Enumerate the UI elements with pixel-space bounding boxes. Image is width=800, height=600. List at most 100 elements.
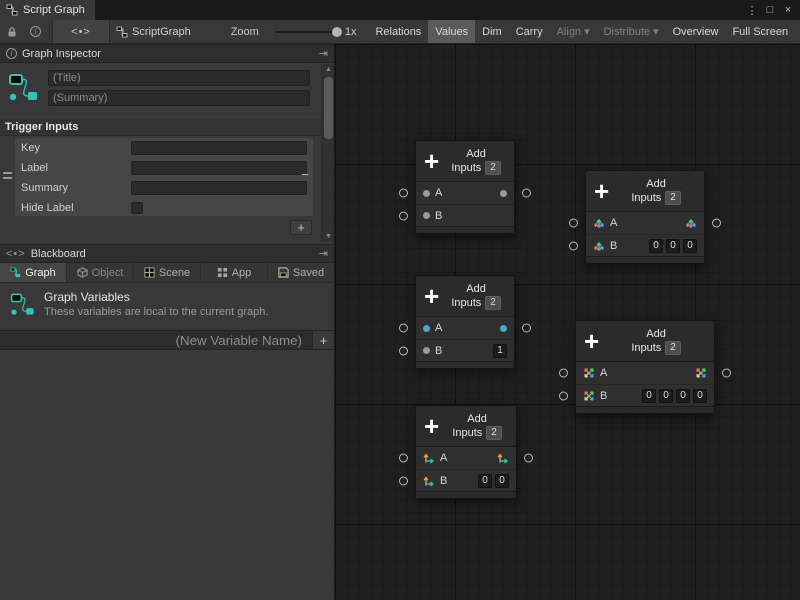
input-port[interactable] xyxy=(399,476,408,485)
input-port[interactable] xyxy=(399,189,408,198)
add-variable-button[interactable]: + xyxy=(312,331,334,349)
output-port[interactable] xyxy=(522,189,531,198)
output-port[interactable] xyxy=(722,369,731,378)
input-count-badge[interactable]: 2 xyxy=(485,161,501,175)
port-label: A xyxy=(610,217,617,229)
input-port[interactable] xyxy=(399,324,408,333)
hide-label-label: Hide Label xyxy=(21,202,131,214)
port-label: A xyxy=(440,452,447,464)
value-field[interactable]: 0 xyxy=(693,389,707,403)
port-label: B xyxy=(435,345,442,357)
value-field[interactable]: 0 xyxy=(478,474,492,488)
value-field[interactable]: 0 xyxy=(642,389,656,403)
value-field[interactable]: 0 xyxy=(659,389,673,403)
port-row-b: B 0 0 0 0 xyxy=(576,384,714,406)
scroll-down-icon[interactable]: ▼ xyxy=(322,231,335,242)
cube-icon xyxy=(77,267,88,278)
maximize-icon[interactable]: □ xyxy=(762,2,778,18)
graph-summary-input[interactable] xyxy=(48,90,310,106)
tab-object[interactable]: Object xyxy=(67,263,134,282)
inspector-scrollbar[interactable]: ▲ ▼ xyxy=(321,64,334,242)
node-add-inputs[interactable]: + Add Inputs 2 A xyxy=(415,275,515,369)
distribute-dropdown[interactable]: Distribute ▾ xyxy=(597,20,666,43)
input-count-badge[interactable]: 2 xyxy=(486,426,502,440)
key-input[interactable] xyxy=(131,141,307,155)
tab-scene[interactable]: Scene xyxy=(134,263,201,282)
lock-icon[interactable] xyxy=(0,20,24,43)
graph-title-input[interactable] xyxy=(48,70,310,86)
graph-variables-icon xyxy=(10,290,36,318)
port-row-a: A xyxy=(586,212,704,234)
value-field[interactable]: 0 xyxy=(495,474,509,488)
input-port[interactable] xyxy=(399,211,408,220)
vector4-icon xyxy=(583,390,595,402)
trigger-inputs-header[interactable]: Trigger Inputs xyxy=(0,118,334,136)
input-port[interactable] xyxy=(569,219,578,228)
scroll-up-icon[interactable]: ▲ xyxy=(322,64,335,75)
object-dot-icon xyxy=(423,212,430,219)
chevron-down-icon: ▾ xyxy=(653,25,659,38)
drag-handle-icon[interactable] xyxy=(3,172,12,179)
value-field[interactable]: 0 xyxy=(683,239,697,253)
port-row-a: A xyxy=(416,317,514,339)
trigger-input-element[interactable]: Key Label Summary Hide Label xyxy=(14,137,314,217)
input-port[interactable] xyxy=(399,346,408,355)
vector2-icon xyxy=(423,452,435,464)
tab-app[interactable]: App xyxy=(201,263,268,282)
tab-script-graph[interactable]: Script Graph xyxy=(0,0,95,20)
dock-icon[interactable]: ⇥ xyxy=(319,247,328,260)
node-add-inputs[interactable]: + Add Inputs 2 A xyxy=(415,405,517,499)
new-variable-input[interactable] xyxy=(0,331,310,349)
node-title: Add xyxy=(446,147,506,161)
tab-graph[interactable]: Graph xyxy=(0,263,67,282)
output-port[interactable] xyxy=(524,454,533,463)
divider xyxy=(49,23,50,40)
hide-label-row: Hide Label xyxy=(15,198,313,218)
output-port[interactable] xyxy=(522,324,531,333)
node-add-inputs[interactable]: + Add Inputs 2 A xyxy=(415,140,515,234)
graph-name: ScriptGraph xyxy=(132,26,191,38)
input-port[interactable] xyxy=(559,391,568,400)
dim-button[interactable]: Dim xyxy=(475,20,509,43)
align-dropdown[interactable]: Align ▾ xyxy=(550,20,597,43)
input-port[interactable] xyxy=(569,241,578,250)
graph-canvas[interactable]: + Add Inputs 2 A xyxy=(335,44,800,600)
scrollbar-thumb[interactable] xyxy=(324,77,333,139)
input-count-badge[interactable]: 2 xyxy=(665,191,681,205)
input-port[interactable] xyxy=(559,369,568,378)
value-field[interactable]: 1 xyxy=(493,344,507,358)
label-input[interactable] xyxy=(131,161,307,175)
output-port[interactable] xyxy=(712,219,721,228)
zoom-slider-handle[interactable] xyxy=(332,27,342,37)
relations-button[interactable]: Relations xyxy=(368,20,428,43)
value-field[interactable]: 0 xyxy=(676,389,690,403)
summary-input[interactable] xyxy=(131,181,307,195)
add-icon: + xyxy=(594,180,609,202)
node-add-inputs[interactable]: + Add Inputs 2 xyxy=(575,320,715,414)
values-button[interactable]: Values xyxy=(428,20,475,43)
unit-selector-button[interactable]: <•> xyxy=(52,20,110,43)
graph-toolbar: i <•> ScriptGraph Zoom 1x Relations Valu… xyxy=(0,20,800,44)
remove-element-button[interactable]: − xyxy=(298,166,312,182)
info-icon[interactable]: i xyxy=(24,20,47,43)
window-menu-icon[interactable]: ⋮ xyxy=(744,2,760,18)
zoom-slider[interactable]: 1x xyxy=(265,20,363,43)
input-count-badge[interactable]: 2 xyxy=(485,296,501,310)
value-field[interactable]: 0 xyxy=(649,239,663,253)
port-label: B xyxy=(600,390,607,402)
input-count-badge[interactable]: 2 xyxy=(665,341,681,355)
input-port[interactable] xyxy=(399,454,408,463)
dock-icon[interactable]: ⇥ xyxy=(319,47,328,60)
node-add-inputs[interactable]: + Add Inputs 2 A xyxy=(585,170,705,264)
close-icon[interactable]: × xyxy=(780,2,796,18)
value-field[interactable]: 0 xyxy=(666,239,680,253)
add-element-button[interactable]: + xyxy=(290,220,312,235)
graph-breadcrumb[interactable]: ScriptGraph xyxy=(110,20,197,43)
overview-button[interactable]: Overview xyxy=(666,20,726,43)
titlebar: Script Graph ⋮ □ × xyxy=(0,0,800,20)
fullscreen-button[interactable]: Full Screen xyxy=(725,20,795,43)
hide-label-checkbox[interactable] xyxy=(131,202,143,214)
carry-button[interactable]: Carry xyxy=(509,20,550,43)
port-row-b: B 0 0 xyxy=(416,469,516,491)
tab-saved[interactable]: Saved xyxy=(268,263,334,282)
